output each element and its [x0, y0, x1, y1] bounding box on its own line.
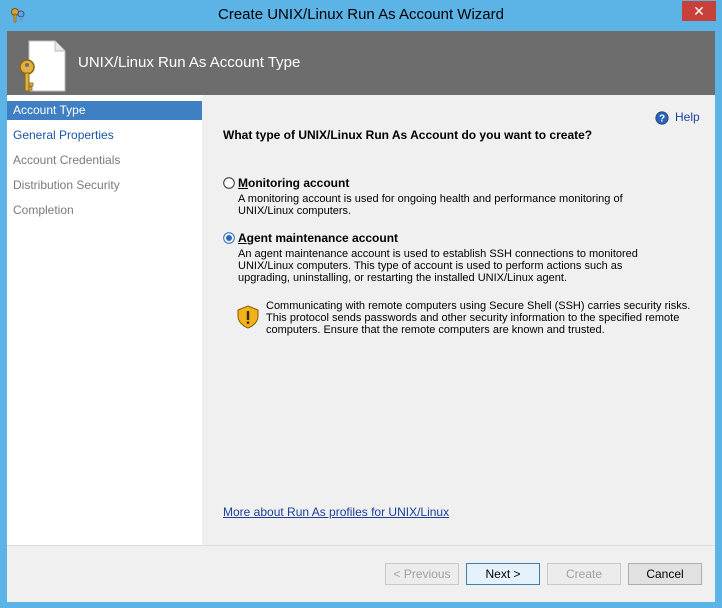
document-key-icon: [19, 40, 66, 92]
previous-button[interactable]: < Previous: [385, 563, 459, 585]
wizard-content: ? Help What type of UNIX/Linux Run As Ac…: [202, 95, 715, 545]
wizard-footer: < Previous Next > Create Cancel: [7, 545, 715, 602]
monitoring-account-accel: M: [238, 176, 248, 190]
help-icon: ?: [655, 111, 669, 125]
wizard-nav: Account Type General Properties Account …: [7, 95, 202, 545]
more-about-run-as-profiles-link[interactable]: More about Run As profiles for UNIX/Linu…: [223, 505, 449, 519]
wizard-window: Create UNIX/Linux Run As Account Wizard …: [0, 0, 722, 608]
agent-maintenance-account-label[interactable]: Agent maintenance account: [238, 231, 398, 245]
nav-item-general-properties[interactable]: General Properties: [7, 126, 202, 145]
close-button[interactable]: ✕: [682, 1, 716, 21]
monitoring-account-label[interactable]: Monitoring account: [238, 176, 349, 190]
page-title: UNIX/Linux Run As Account Type: [78, 54, 301, 71]
security-warning-text: Communicating with remote computers usin…: [266, 300, 691, 336]
svg-text:?: ?: [659, 114, 665, 125]
nav-item-account-credentials: Account Credentials: [13, 153, 121, 167]
next-button[interactable]: Next >: [466, 563, 540, 585]
nav-item-account-type[interactable]: Account Type: [7, 101, 202, 120]
monitoring-account-label-text: onitoring account: [248, 176, 350, 190]
agent-maintenance-account-label-text: gent maintenance account: [246, 231, 399, 245]
agent-maintenance-account-description: An agent maintenance account is used to …: [238, 248, 638, 284]
agent-maintenance-account-accel: A: [238, 231, 247, 245]
nav-item-distribution-security: Distribution Security: [13, 178, 120, 192]
window-title: Create UNIX/Linux Run As Account Wizard: [218, 6, 504, 23]
monitoring-account-description: A monitoring account is used for ongoing…: [238, 193, 623, 217]
cancel-button[interactable]: Cancel: [628, 563, 702, 585]
wizard-header: UNIX/Linux Run As Account Type: [7, 31, 715, 95]
shield-warning-icon: [237, 305, 259, 329]
close-icon: ✕: [693, 3, 705, 19]
agent-maintenance-account-radio[interactable]: [223, 232, 235, 244]
question-text: What type of UNIX/Linux Run As Account d…: [223, 128, 593, 142]
help-label: Help: [675, 110, 700, 124]
wizard-client: UNIX/Linux Run As Account Type Account T…: [7, 31, 715, 602]
title-bar[interactable]: Create UNIX/Linux Run As Account Wizard …: [0, 0, 722, 31]
monitoring-account-radio[interactable]: [223, 177, 235, 189]
create-button[interactable]: Create: [547, 563, 621, 585]
nav-item-completion: Completion: [13, 203, 74, 217]
